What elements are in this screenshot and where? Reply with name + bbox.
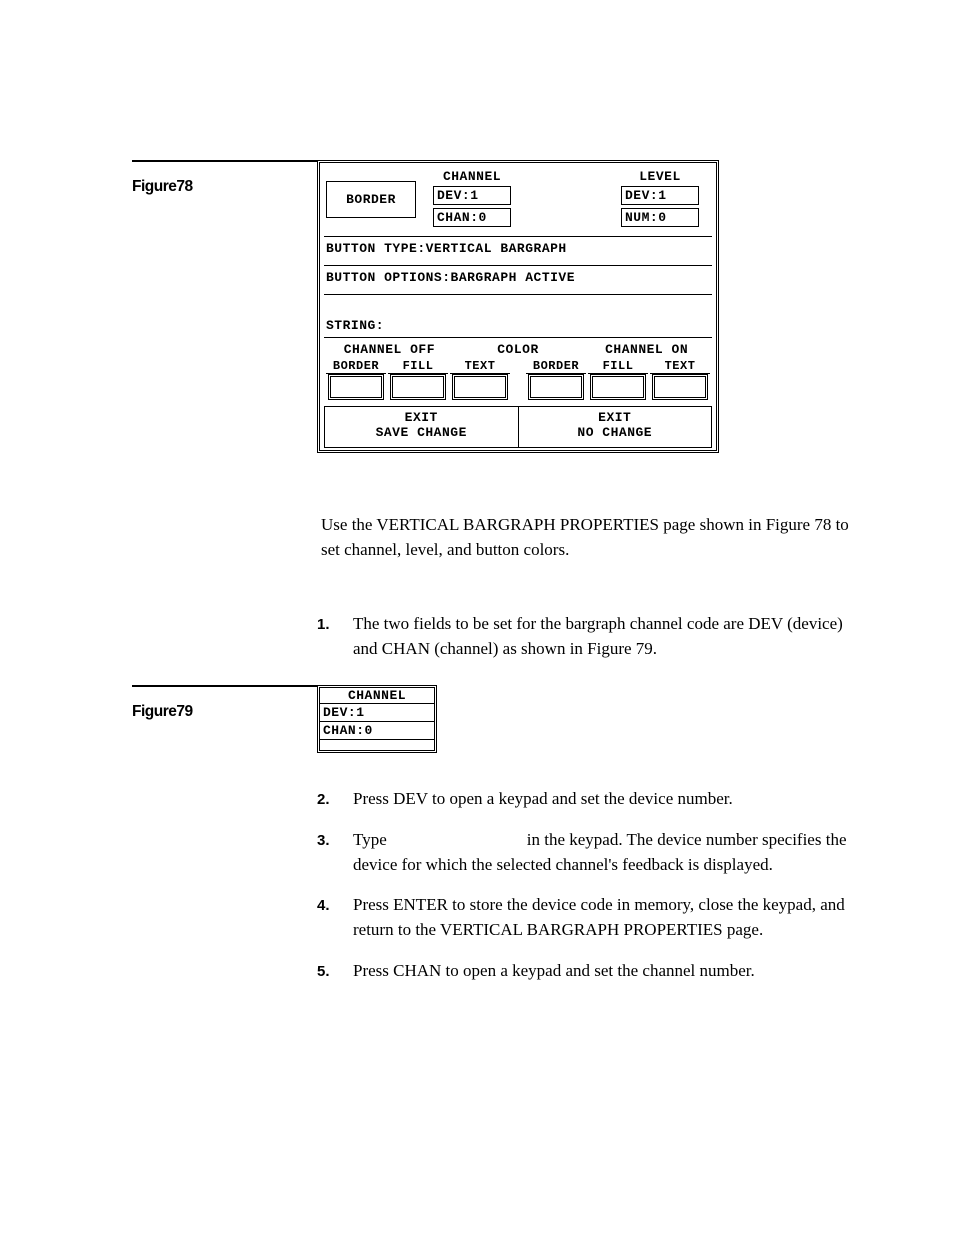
step-5: 5. Press CHAN to open a keypad and set t… <box>317 959 854 984</box>
step-1: 1. The two fields to be set for the barg… <box>317 612 854 661</box>
step-4-text: Press ENTER to store the device code in … <box>353 893 854 942</box>
step-2-num: 2. <box>317 787 353 812</box>
channel-dev-field[interactable]: DEV:1 <box>433 186 511 205</box>
step-1-text: The two fields to be set for the bargrap… <box>353 612 854 661</box>
step-2-text: Press DEV to open a keypad and set the d… <box>353 787 854 812</box>
button-options-row: BUTTON OPTIONS:BARGRAPH ACTIVE <box>324 265 712 294</box>
off-border-label: BORDER <box>326 359 386 374</box>
figure-78-panel: BORDER CHANNEL DEV:1 CHAN:0 LEVEL DEV:1 … <box>317 160 719 453</box>
exit-no-l1: EXIT <box>519 411 712 426</box>
string-label: STRING: <box>326 318 384 333</box>
figure-79-label: Figure79 <box>132 703 193 720</box>
step-4-num: 4. <box>317 893 353 942</box>
off-border-swatch[interactable] <box>328 374 384 400</box>
on-fill-swatch[interactable] <box>590 374 646 400</box>
fig79-header: CHANNEL <box>320 688 434 703</box>
step-2: 2. Press DEV to open a keypad and set th… <box>317 787 854 812</box>
exit-save-button[interactable]: EXIT SAVE CHANGE <box>324 407 518 448</box>
intro-paragraph: Use the VERTICAL BARGRAPH PROPERTIES pag… <box>317 513 854 562</box>
exit-save-l2: SAVE CHANGE <box>325 426 518 441</box>
step-3-text: Typein the keypad. The device number spe… <box>353 828 854 877</box>
step-3: 3. Typein the keypad. The device number … <box>317 828 854 877</box>
figure-79-row: Figure79 CHANNEL DEV:1 CHAN:0 <box>132 685 854 753</box>
figure-78-label: Figure78 <box>132 178 193 195</box>
on-border-swatch[interactable] <box>528 374 584 400</box>
step-5-text: Press CHAN to open a keypad and set the … <box>353 959 854 984</box>
exit-save-l1: EXIT <box>325 411 518 426</box>
off-text-swatch[interactable] <box>452 374 508 400</box>
step-4: 4. Press ENTER to store the device code … <box>317 893 854 942</box>
on-border-label: BORDER <box>526 359 586 374</box>
step-3-text-b: in the keypad. The device number specifi… <box>353 830 847 874</box>
exit-no-button[interactable]: EXIT NO CHANGE <box>518 407 713 448</box>
off-fill-label: FILL <box>388 359 448 374</box>
fig79-chan-field[interactable]: CHAN:0 <box>320 721 434 739</box>
on-text-label: TEXT <box>650 359 710 374</box>
channel-header: CHANNEL <box>443 169 501 184</box>
off-fill-swatch[interactable] <box>390 374 446 400</box>
channel-chan-field[interactable]: CHAN:0 <box>433 208 511 227</box>
exit-no-l2: NO CHANGE <box>519 426 712 441</box>
level-header: LEVEL <box>639 169 681 184</box>
channel-on-title: CHANNEL ON <box>583 342 710 357</box>
off-text-label: TEXT <box>450 359 510 374</box>
figure-79-panel: CHANNEL DEV:1 CHAN:0 <box>317 685 437 753</box>
step-5-num: 5. <box>317 959 353 984</box>
step-3-num: 3. <box>317 828 353 877</box>
figure-78-row: Figure78 BORDER CHANNEL DEV:1 CHAN:0 LEV… <box>132 160 854 453</box>
on-fill-label: FILL <box>588 359 648 374</box>
level-num-field[interactable]: NUM:0 <box>621 208 699 227</box>
step-3-text-a: Type <box>353 830 387 849</box>
on-text-swatch[interactable] <box>652 374 708 400</box>
button-type-row: BUTTON TYPE:VERTICAL BARGRAPH <box>324 236 712 265</box>
channel-off-title: CHANNEL OFF <box>326 342 453 357</box>
fig79-dev-field[interactable]: DEV:1 <box>320 703 434 721</box>
string-row: STRING: <box>324 294 712 337</box>
level-dev-field[interactable]: DEV:1 <box>621 186 699 205</box>
border-button[interactable]: BORDER <box>326 181 416 218</box>
step-1-num: 1. <box>317 612 353 661</box>
color-title: COLOR <box>453 342 584 357</box>
